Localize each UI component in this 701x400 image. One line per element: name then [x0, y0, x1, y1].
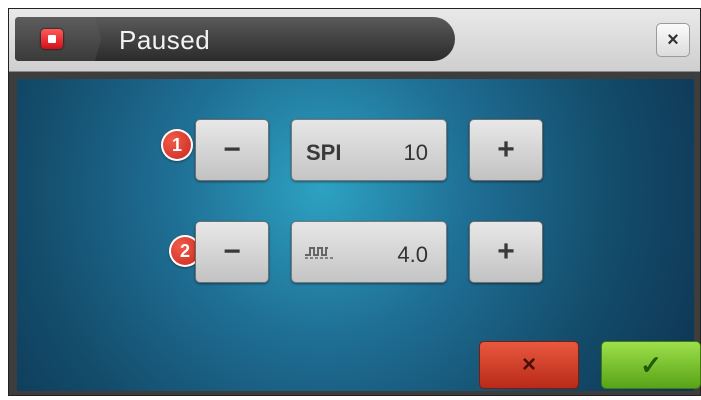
spi-label: SPI: [306, 140, 342, 165]
callout-badge-1: 1: [161, 129, 193, 161]
settings-panel: 1 − SPI 10 + 2 − 4.0 + × ✓: [17, 79, 701, 391]
spi-field: SPI 10: [291, 119, 447, 181]
title-bar: Paused ×: [9, 9, 700, 72]
spi-increase-button[interactable]: +: [469, 119, 543, 181]
confirm-button[interactable]: ✓: [601, 341, 701, 389]
dialog-title: Paused: [119, 25, 211, 55]
close-button[interactable]: ×: [656, 23, 690, 57]
stitch-length-increase-button[interactable]: +: [469, 221, 543, 283]
spi-decrease-button[interactable]: −: [195, 119, 269, 181]
stitch-length-value: 4.0: [397, 242, 428, 267]
spi-value: 10: [403, 140, 428, 165]
cancel-button[interactable]: ×: [479, 341, 579, 389]
stop-icon[interactable]: [41, 29, 63, 49]
stitch-length-decrease-button[interactable]: −: [195, 221, 269, 283]
paused-dialog: Paused × 1 − SPI 10 + 2 − 4.0 + × ✓: [8, 8, 701, 396]
stitch-length-field: 4.0: [291, 221, 447, 283]
stitch-length-icon: [305, 247, 333, 259]
